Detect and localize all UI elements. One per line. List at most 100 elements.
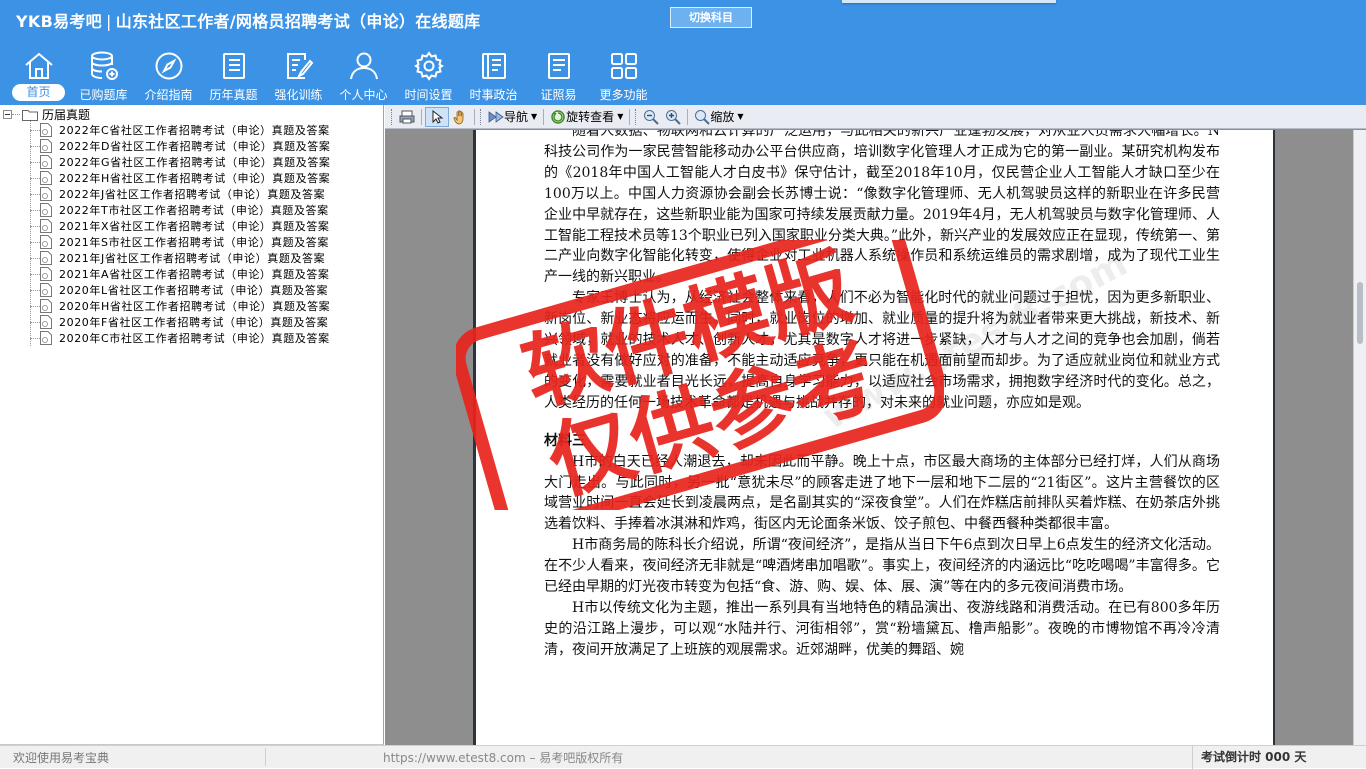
nav-label: 已购题库 (79, 88, 128, 102)
tree-item-exam[interactable]: 2020年F省社区工作者招聘考试（申论）真题及答案 (30, 314, 331, 330)
nav-certificate[interactable]: 证照易 (526, 48, 591, 104)
tree-item-label: 2021年J省社区工作者招聘考试（申论）真题及答案 (59, 252, 326, 265)
tree-item-label: 2021年X省社区工作者招聘考试（申论）真题及答案 (59, 220, 330, 233)
tree-item-exam[interactable]: 2021年S市社区工作者招聘考试（申论）真题及答案 (30, 234, 331, 250)
exam-document-icon (40, 299, 52, 313)
gear-icon (413, 50, 445, 82)
print-button[interactable] (396, 107, 418, 127)
toolbar-separator (687, 108, 689, 125)
copyright-text: https://www.etest8.com – 易考吧版权所有 (383, 751, 624, 765)
toolbar-grip (635, 108, 638, 125)
user-icon (348, 50, 380, 82)
nav-more-functions[interactable]: 更多功能 (591, 48, 656, 104)
tree-item-exam[interactable]: 2022年D省社区工作者招聘考试（申论）真题及答案 (30, 138, 331, 154)
tree-connector (30, 161, 40, 163)
exam-document-icon (40, 171, 52, 185)
main-nav: 首页 已购题库 介绍指南 历年真题 强化训练 个人中心 时间设置 时事政治 证照… (6, 48, 656, 104)
document-text: 随着人数据、物联网和云计算的广泛运用，与此相关的新兴产业蓬勃发展，对从业人员需求… (544, 130, 1220, 661)
nav-label: 首页 (12, 84, 65, 101)
home-icon (23, 50, 55, 82)
tree-item-exam[interactable]: 2020年L省社区工作者招聘考试（申论）真题及答案 (30, 282, 331, 298)
navigation-dropdown[interactable]: 导航 ▼ (485, 107, 540, 127)
tree-item-label: 2020年L省社区工作者招聘考试（申论）真题及答案 (59, 284, 329, 297)
hand-icon (453, 109, 464, 124)
tree-item-exam[interactable]: 2021年X省社区工作者招聘考试（申论）真题及答案 (30, 218, 331, 234)
welcome-text: 欢迎使用易考宝典 (13, 751, 110, 765)
toolbar-separator (543, 108, 545, 125)
paragraph: 专家王博士认为，从经济社会整体来看，人们不必为智能化时代的就业问题过于担忧，因为… (544, 290, 1220, 411)
nav-past-exams[interactable]: 历年真题 (201, 48, 266, 104)
nav-label: 更多功能 (599, 88, 648, 102)
tree-item-exam[interactable]: 2020年H省社区工作者招聘考试（申论）真题及答案 (30, 298, 331, 314)
rotate-view-dropdown[interactable]: 旋转查看 ▼ (547, 107, 626, 127)
tree-item-exam[interactable]: 2022年C省社区工作者招聘考试（申论）真题及答案 (30, 122, 331, 138)
nav-intensive-training[interactable]: 强化训练 (266, 48, 331, 104)
brand-logo-text: YKB易考吧 (16, 12, 102, 31)
status-bar: 欢迎使用易考宝典 https://www.etest8.com – 易考吧版权所… (0, 745, 1366, 769)
nav-time-settings[interactable]: 时间设置 (396, 48, 461, 104)
rotate-icon (551, 109, 565, 124)
select-tool-button[interactable] (425, 106, 449, 127)
compass-icon (153, 50, 185, 82)
tree-item-label: 2022年D省社区工作者招聘考试（申论）真题及答案 (59, 140, 331, 153)
zoom-out-icon (644, 109, 660, 125)
brand-separator: | (105, 12, 112, 31)
list-document-icon (218, 50, 250, 82)
switch-subject-button[interactable]: 切换科目 (670, 7, 752, 28)
tree-item-label: 2020年C市社区工作者招聘考试（申论）真题及答案 (59, 332, 330, 345)
folder-icon (22, 109, 38, 121)
tree-connector (30, 337, 40, 339)
chevron-down-icon: ▼ (531, 112, 538, 121)
tree-connector (30, 225, 40, 227)
tree-connector (30, 289, 40, 291)
exam-document-icon (40, 187, 52, 201)
zoom-in-button[interactable] (662, 107, 684, 127)
tree-item-exam[interactable]: 2022年G省社区工作者招聘考试（申论）真题及答案 (30, 154, 331, 170)
tree-root[interactable]: 历届真题 (3, 107, 90, 122)
hand-tool-button[interactable] (449, 107, 471, 127)
scrollbar-thumb[interactable] (1357, 282, 1363, 344)
tree-item-exam[interactable]: 2022年T市社区工作者招聘考试（申论）真题及答案 (30, 202, 331, 218)
toolbar-separator (629, 108, 631, 125)
tree-item-exam[interactable]: 2022年H省社区工作者招聘考试（申论）真题及答案 (30, 170, 331, 186)
collapse-toggle-icon[interactable] (3, 110, 12, 119)
page-border (1273, 130, 1275, 745)
tree-item-label: 2020年F省社区工作者招聘考试（申论）真题及答案 (59, 316, 329, 329)
grid-icon (608, 50, 640, 82)
nav-label: 介绍指南 (144, 88, 193, 102)
tree-connector (30, 321, 40, 323)
tree-item-exam[interactable]: 2021年A省社区工作者招聘考试（申论）真题及答案 (30, 266, 331, 282)
paragraph: H市的白天已经人潮退去，却未因此而平静。晚上十点，市区最大商场的主体部分已经打烊… (544, 453, 1220, 533)
nav-label: 个人中心 (339, 88, 388, 102)
zoom-label: 缩放 (710, 110, 735, 124)
popup-edge (842, 0, 1056, 3)
nav-current-affairs[interactable]: 时事政治 (461, 48, 526, 104)
zoom-out-button[interactable] (640, 107, 662, 127)
tree-item-exam[interactable]: 2021年J省社区工作者招聘考试（申论）真题及答案 (30, 250, 331, 266)
nav-home[interactable]: 首页 (6, 48, 71, 104)
tree-connector (30, 129, 40, 131)
chevron-down-icon: ▼ (617, 112, 624, 121)
navigation-icon (488, 110, 504, 123)
toolbar-grip (391, 108, 394, 125)
paragraph: 随着人数据、物联网和云计算的广泛运用，与此相关的新兴产业蓬勃发展，对从业人员需求… (544, 130, 1220, 286)
nav-label: 历年真题 (209, 88, 258, 102)
nav-personal-center[interactable]: 个人中心 (331, 48, 396, 104)
tree-item-label: 2020年H省社区工作者招聘考试（申论）真题及答案 (59, 300, 331, 313)
exam-document-icon (40, 123, 52, 137)
tree-item-exam[interactable]: 2020年C市社区工作者招聘考试（申论）真题及答案 (30, 330, 331, 346)
nav-label: 时间设置 (404, 88, 453, 102)
tree-connector (30, 177, 40, 179)
nav-label: 强化训练 (274, 88, 323, 102)
zoom-dropdown[interactable]: 缩放 ▼ (691, 107, 746, 127)
tree-connector (30, 145, 40, 147)
nav-purchased-banks[interactable]: 已购题库 (71, 48, 136, 104)
database-icon (88, 50, 120, 82)
document-viewer: 导航 ▼ 旋转查看 ▼ 缩放 ▼ 随着人数据、物联网和云计算的广泛运用，与此相关的新兴… (385, 105, 1366, 745)
tree-item-exam[interactable]: 2022年J省社区工作者招聘考试（申论）真题及答案 (30, 186, 331, 202)
tree-item-label: 2022年H省社区工作者招聘考试（申论）真题及答案 (59, 172, 331, 185)
nav-label: 时事政治 (469, 88, 518, 102)
document-scroll-area[interactable]: 随着人数据、物联网和云计算的广泛运用，与此相关的新兴产业蓬勃发展，对从业人员需求… (385, 130, 1353, 745)
vertical-scrollbar[interactable] (1353, 130, 1366, 745)
nav-guide[interactable]: 介绍指南 (136, 48, 201, 104)
